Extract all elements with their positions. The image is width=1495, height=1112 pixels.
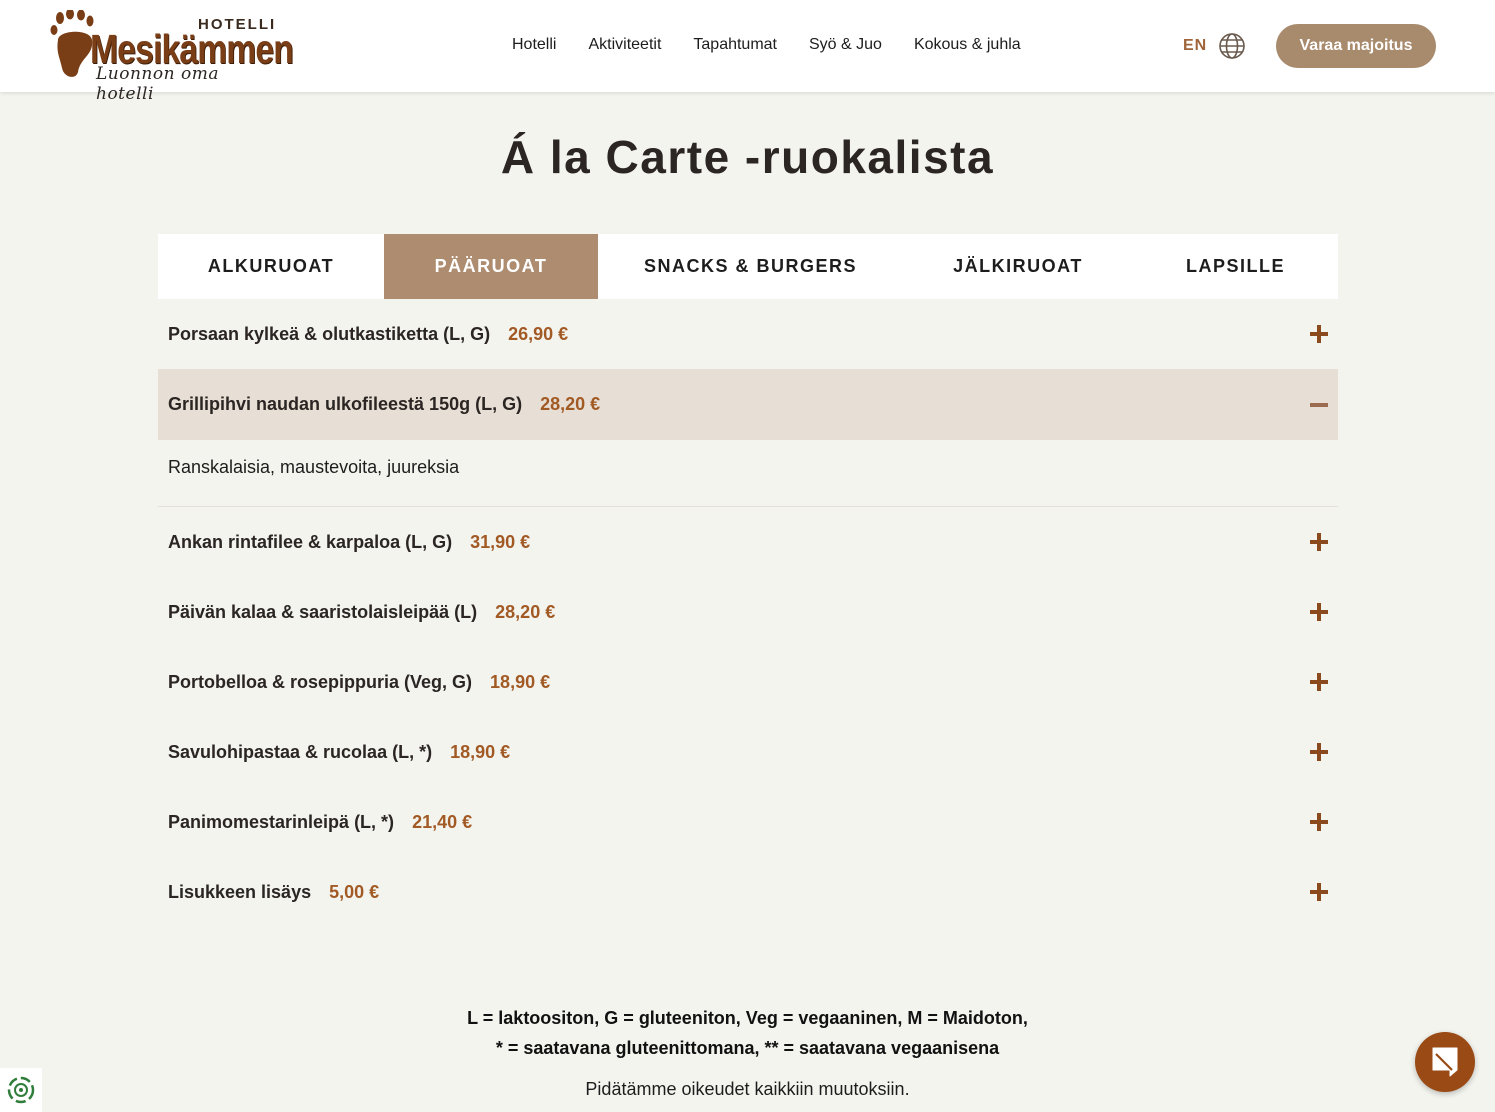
menu-item-name: Porsaan kylkeä & olutkastiketta (L, G) [168,323,491,344]
expand-plus-icon[interactable] [1310,813,1328,831]
main-nav: Hotelli Aktiviteetit Tapahtumat Syö & Ju… [512,36,1053,54]
globe-icon[interactable] [1218,32,1246,60]
menu-item-price: 18,90 € [450,741,511,762]
eco-leaf-icon [7,1076,35,1104]
expand-plus-icon[interactable] [1310,533,1328,551]
book-stay-button[interactable]: Varaa majoitus [1276,24,1436,68]
menu-item-price: 28,20 € [540,394,601,414]
diet-legend: L = laktoositon, G = gluteeniton, Veg = … [0,1003,1495,1063]
language-switch[interactable]: EN [1183,37,1207,55]
menu-item-name: Ankan rintafilee & karpaloa (L, G) [168,531,453,552]
eco-certificate-badge[interactable] [0,1068,42,1112]
collapse-minus-icon[interactable] [1310,396,1328,414]
site-header: HOTELLI Mesikämmen Luonnon oma hotelli H… [0,0,1495,104]
menu-item-name: Panimomestarinleipä (L, *) [168,811,395,832]
expand-plus-icon[interactable] [1310,883,1328,901]
menu-item-price: 21,40 € [412,811,473,832]
chat-icon [1432,1047,1458,1077]
expand-plus-icon[interactable] [1310,325,1328,343]
menu-item-name: Savulohipastaa & rucolaa (L, *) [168,741,433,762]
tab-alkuruoat[interactable]: ALKURUOAT [158,234,384,299]
legend-line-2: * = saatavana gluteenittomana, ** = saat… [495,1038,1000,1058]
menu-item-description: Ranskalaisia, maustevoita, juureksia [158,440,1338,507]
menu-item-name: Päivän kalaa & saaristolaisleipää (L) [168,601,478,622]
legend-line-1: L = laktoositon, G = gluteeniton, Veg = … [467,1008,1028,1028]
menu-item[interactable]: Porsaan kylkeä & olutkastiketta (L, G) 2… [158,299,1338,369]
tab-paaruoat[interactable]: PÄÄRUOAT [384,234,598,299]
menu-item[interactable]: Savulohipastaa & rucolaa (L, *) 18,90 € [158,717,1338,787]
menu-item-name: Lisukkeen lisäys [168,881,312,902]
menu-item-name: Grillipihvi naudan ulkofileestä 150g (L,… [168,394,523,414]
hotel-logo[interactable]: HOTELLI Mesikämmen Luonnon oma hotelli [50,10,294,104]
expand-plus-icon[interactable] [1310,743,1328,761]
menu-tabs: ALKURUOAT PÄÄRUOAT SNACKS & BURGERS JÄLK… [158,234,1338,299]
menu-item[interactable]: Portobelloa & rosepippuria (Veg, G) 18,9… [158,647,1338,717]
page-title: Á la Carte -ruokalista [500,131,995,183]
nav-item-aktiviteetit[interactable]: Aktiviteetit [588,36,661,54]
nav-item-kokous-juhla[interactable]: Kokous & juhla [914,36,1021,54]
menu-item-price: 31,90 € [470,531,531,552]
tab-snacks-burgers[interactable]: SNACKS & BURGERS [598,234,903,299]
expand-plus-icon[interactable] [1310,603,1328,621]
expand-plus-icon[interactable] [1310,673,1328,691]
menu-item-price: 5,00 € [329,881,380,902]
menu-item-price: 26,90 € [508,323,569,344]
nav-item-hotelli[interactable]: Hotelli [512,36,556,54]
nav-item-tapahtumat[interactable]: Tapahtumat [693,36,777,54]
menu-item[interactable]: Panimomestarinleipä (L, *) 21,40 € [158,787,1338,857]
menu-item-name: Portobelloa & rosepippuria (Veg, G) [168,671,473,692]
tab-jalkiruoat[interactable]: JÄLKIRUOAT [903,234,1133,299]
menu-item-price: 18,90 € [490,671,551,692]
menu-item-price: 28,20 € [495,601,556,622]
tab-lapsille[interactable]: LAPSILLE [1133,234,1338,299]
logo-tagline: Luonnon oma hotelli [96,64,219,104]
menu-item[interactable]: Päivän kalaa & saaristolaisleipää (L) 28… [158,577,1338,647]
nav-item-syo-juo[interactable]: Syö & Juo [809,36,882,54]
disclaimer-text: Pidätämme oikeudet kaikkiin muutoksiin. [585,1079,910,1099]
chat-button[interactable] [1415,1032,1475,1092]
menu-item[interactable]: Lisukkeen lisäys 5,00 € [158,857,1338,927]
menu-list: Porsaan kylkeä & olutkastiketta (L, G) 2… [158,299,1338,927]
menu-item[interactable]: Ankan rintafilee & karpaloa (L, G) 31,90… [158,507,1338,577]
menu-item-expanded[interactable]: Grillipihvi naudan ulkofileestä 150g (L,… [158,369,1338,440]
